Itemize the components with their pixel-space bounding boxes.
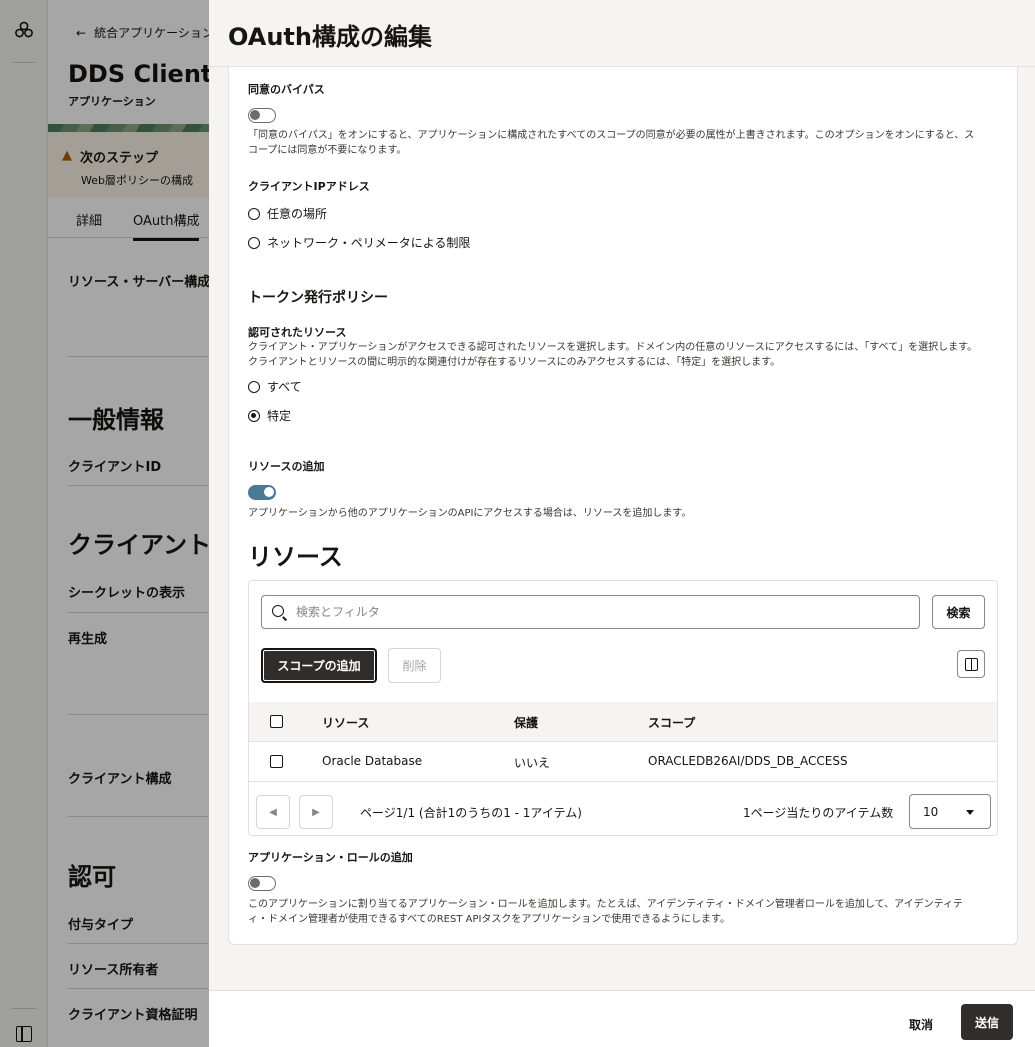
select-all-checkbox[interactable] [270,715,283,728]
prev-page-button[interactable]: ◀ [256,795,290,829]
cell-scope: ORACLEDB26AI/DDS_DB_ACCESS [648,754,848,768]
radio-circle-icon [248,236,260,249]
client-ip-label: クライアントIPアドレス [248,180,370,193]
row-checkbox[interactable] [270,755,283,768]
drawer-header: OAuth構成の編集 [209,0,1035,67]
search-input[interactable] [296,602,896,622]
radio-specific[interactable]: 特定 [248,407,291,424]
resources-table-panel: 検索 スコープの追加 削除 リソース 保護 スコープ Oracle Databa… [248,580,998,836]
submit-button[interactable]: 送信 [961,1004,1013,1040]
edit-oauth-drawer: OAuth構成の編集 同意のバイパス 「同意のバイパス」をオンにすると、アプリケ… [209,0,1035,1047]
bypass-consent-toggle[interactable] [248,108,276,123]
radio-label: ネットワーク・ペリメータによる制限 [267,236,471,250]
radio-selected-icon [248,409,260,422]
table-row[interactable]: Oracle Database いいえ ORACLEDB26AI/DDS_DB_… [249,742,997,782]
bypass-consent-label: 同意のバイパス [248,83,325,96]
radio-label: すべて [267,380,302,394]
add-resources-label: リソースの追加 [248,460,325,473]
add-resources-help: アプリケーションから他のアプリケーションのAPIにアクセスする場合は、リソースを… [248,508,692,519]
app-roles-help: このアプリケーションに割り当てるアプリケーション・ロールを追加します。たとえば、… [248,899,963,925]
radio-circle-icon [248,380,260,393]
per-page-label: 1ページ当たりのアイテム数 [743,806,894,820]
chevron-right-icon: ▶ [312,806,320,818]
radio-all[interactable]: すべて [248,378,302,395]
cell-resource: Oracle Database [322,754,423,768]
chevron-left-icon: ◀ [269,806,277,818]
column-header-protected[interactable]: 保護 [514,714,538,731]
app-roles-toggle[interactable] [248,876,276,891]
table-header: リソース 保護 スコープ [249,702,997,742]
column-header-resource[interactable]: リソース [322,714,369,731]
radio-anywhere[interactable]: 任意の場所 [248,205,327,222]
delete-button[interactable]: 削除 [388,648,441,683]
modal-scrim[interactable] [0,0,209,1047]
page-status: ページ1/1 (合計1のうちの1 - 1アイテム) [360,806,582,820]
bypass-consent-help: 「同意のバイパス」をオンにすると、アプリケーションに構成されたすべてのスコープの… [248,130,975,156]
per-page-value: 10 [923,805,939,819]
cancel-button[interactable]: 取消 [909,1016,933,1033]
radio-circle-icon [248,207,260,220]
authorized-resources-help: クライアント・アプリケーションがアクセスできる認可されたリソースを選択します。ド… [248,342,978,368]
pagination: ◀ ▶ ページ1/1 (合計1のうちの1 - 1アイテム) 1ページ当たりのアイ… [249,783,997,835]
radio-label: 特定 [267,409,292,423]
radio-label: 任意の場所 [267,207,328,221]
authorized-resources-label: 認可されたリソース [248,326,347,339]
app-roles-label: アプリケーション・ロールの追加 [248,851,413,864]
radio-network-perimeter[interactable]: ネットワーク・ペリメータによる制限 [248,234,470,251]
chevron-down-icon [966,810,974,815]
column-layout-button[interactable] [957,650,985,678]
search-icon [272,605,284,617]
add-scope-button[interactable]: スコープの追加 [261,648,377,683]
next-page-button[interactable]: ▶ [299,795,333,829]
per-page-select[interactable]: 10 [909,794,991,829]
add-resources-toggle[interactable] [248,485,276,500]
search-button[interactable]: 検索 [932,595,985,629]
cell-protected: いいえ [514,756,551,770]
drawer-footer: 取消 送信 [209,990,1035,1047]
column-header-scope[interactable]: スコープ [648,714,695,731]
drawer-card: 同意のバイパス 「同意のバイパス」をオンにすると、アプリケーションに構成されたす… [228,67,1018,945]
drawer-title: OAuth構成の編集 [228,23,432,51]
resources-heading: リソース [248,543,343,571]
columns-icon [965,658,978,671]
search-field[interactable] [261,595,920,629]
token-policy-heading: トークン発行ポリシー [248,290,388,306]
